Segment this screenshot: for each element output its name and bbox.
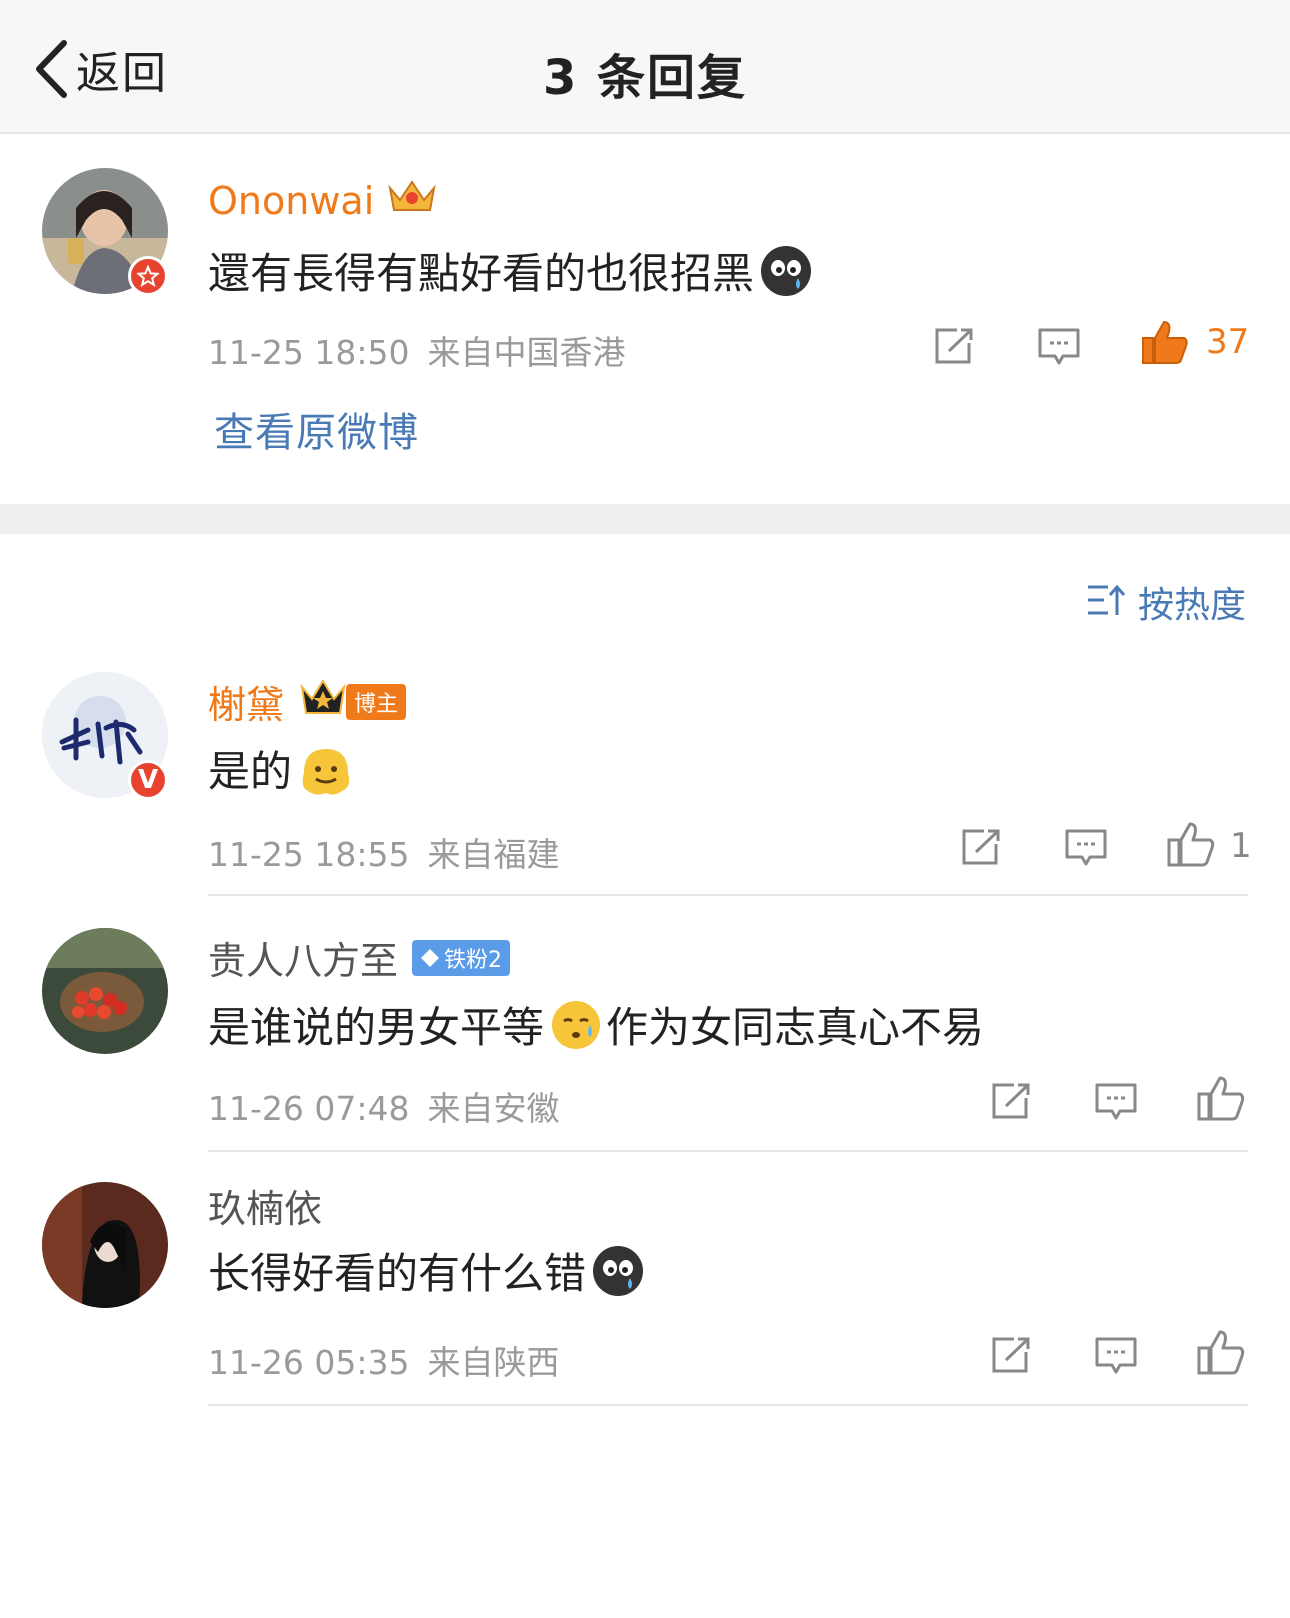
- share-icon: [992, 1083, 1030, 1119]
- share-icon: [962, 829, 1000, 865]
- melting-face-emoji-icon: [298, 743, 350, 795]
- like-count: 1: [1230, 826, 1252, 866]
- like-button[interactable]: [1166, 820, 1216, 872]
- thumbs-up-icon: [1167, 822, 1215, 867]
- sort-icon: [1086, 582, 1126, 622]
- reply-button[interactable]: [1094, 1336, 1138, 1380]
- location: 来自安徽: [427, 1089, 560, 1128]
- like-button[interactable]: [1196, 1074, 1246, 1126]
- comment-icon: [1095, 1083, 1137, 1120]
- share-icon: [935, 328, 973, 364]
- verified-star-badge: [128, 256, 168, 296]
- reply-button[interactable]: [1037, 327, 1081, 371]
- reply-button[interactable]: [1064, 828, 1108, 872]
- username[interactable]: 榭黛 博主: [208, 674, 407, 729]
- timestamp: 11-26 05:35: [208, 1343, 410, 1382]
- comment-text: 是的: [208, 738, 350, 799]
- top-bar: 返回 3 条回复: [0, 0, 1290, 134]
- share-button[interactable]: [990, 1082, 1032, 1124]
- verified-v-badge: V: [128, 760, 168, 800]
- thumbs-up-icon: [1142, 320, 1188, 364]
- like-button[interactable]: [1196, 1328, 1246, 1380]
- comment-icon: [1095, 1337, 1137, 1374]
- location: 来自福建: [427, 835, 560, 874]
- blogger-badge: 博主: [346, 683, 407, 720]
- avatar[interactable]: [42, 1182, 168, 1308]
- username[interactable]: 玖楠依: [208, 1178, 322, 1233]
- crown-icon: [298, 677, 348, 726]
- comment-text: 是谁说的男女平等 作为女同志真心不易: [208, 994, 984, 1055]
- sort-by-hot-button[interactable]: 按热度: [1086, 576, 1246, 628]
- username[interactable]: Ononwai: [208, 176, 440, 225]
- timestamp: 11-26 07:48: [208, 1089, 410, 1128]
- view-original-link[interactable]: 查看原微博: [214, 400, 419, 458]
- section-divider: [0, 504, 1290, 534]
- divider: [208, 1150, 1248, 1152]
- comment-text: 长得好看的有什么错: [208, 1240, 644, 1301]
- crown-icon: [384, 176, 440, 225]
- share-button[interactable]: [960, 828, 1002, 870]
- timestamp: 11-25 18:50: [208, 333, 410, 372]
- comment-meta: 11-26 07:48 来自安徽: [208, 1082, 577, 1130]
- comment-meta: 11-25 18:55 来自福建: [208, 828, 577, 876]
- fan-level-badge: 铁粉2: [412, 939, 511, 976]
- timestamp: 11-25 18:55: [208, 835, 410, 874]
- thumbs-up-icon: [1197, 1076, 1245, 1121]
- avatar[interactable]: [42, 928, 168, 1054]
- thumbs-up-icon: [1197, 1330, 1245, 1375]
- comment-meta: 11-25 18:50 来自中国香港: [208, 326, 643, 374]
- comment-meta: 11-26 05:35 来自陕西: [208, 1336, 577, 1384]
- username[interactable]: 贵人八方至 铁粉2: [208, 930, 511, 985]
- like-button[interactable]: [1140, 318, 1190, 370]
- reply-button[interactable]: [1094, 1082, 1138, 1126]
- comment-icon: [1065, 829, 1107, 866]
- page-title: 3 条回复: [542, 50, 748, 106]
- divider: [208, 1404, 1248, 1406]
- share-button[interactable]: [990, 1336, 1032, 1378]
- location: 来自陕西: [427, 1343, 560, 1382]
- comment-icon: [1038, 328, 1080, 365]
- divider: [208, 894, 1248, 896]
- diamond-icon: [421, 948, 440, 967]
- share-icon: [992, 1337, 1030, 1373]
- share-button[interactable]: [933, 327, 975, 369]
- sweat-emoji-icon: [550, 999, 602, 1051]
- crying-emoji-icon: [592, 1245, 644, 1297]
- crying-emoji-icon: [760, 245, 812, 297]
- location: 来自中国香港: [427, 333, 626, 372]
- comment-text: 還有長得有點好看的也很招黑: [208, 240, 812, 301]
- like-count: 37: [1206, 322, 1250, 362]
